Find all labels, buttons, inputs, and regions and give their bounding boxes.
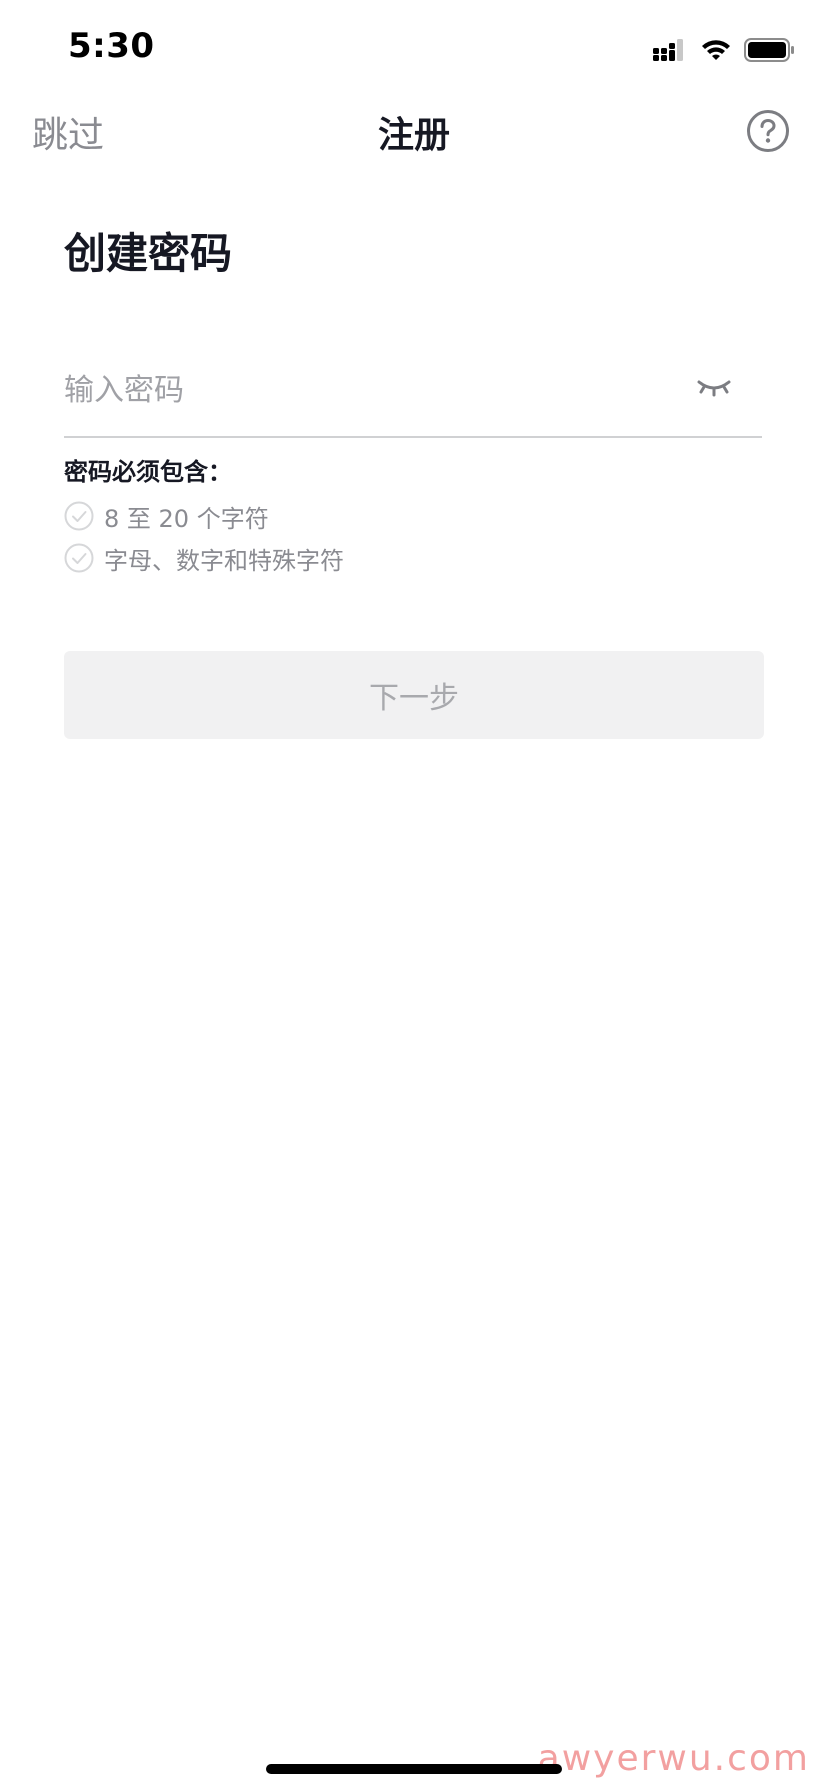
requirement-label: 8 至 20 个字符	[104, 504, 269, 533]
battery-icon	[744, 38, 794, 62]
requirements-title: 密码必须包含：	[64, 458, 232, 486]
requirement-label: 字母、数字和特殊字符	[104, 546, 344, 575]
wifi-icon	[702, 40, 730, 60]
status-icons	[652, 36, 796, 64]
check-circle-icon	[64, 543, 94, 573]
help-icon[interactable]	[746, 109, 790, 153]
requirement-item: 字母、数字和特殊字符	[64, 542, 344, 575]
password-input[interactable]	[64, 352, 664, 428]
page-title: 注册	[377, 115, 450, 156]
check-circle-icon	[64, 501, 94, 531]
next-button[interactable]: 下一步	[64, 651, 764, 739]
watermark: awyerwu.com	[537, 1738, 810, 1779]
status-time: 5:30	[68, 26, 155, 66]
requirement-item: 8 至 20 个字符	[64, 500, 269, 533]
signal-icon	[653, 39, 683, 61]
eye-closed-icon[interactable]	[694, 374, 734, 402]
home-indicator	[266, 1764, 562, 1774]
password-field	[64, 352, 762, 438]
create-password-heading: 创建密码	[64, 229, 233, 278]
